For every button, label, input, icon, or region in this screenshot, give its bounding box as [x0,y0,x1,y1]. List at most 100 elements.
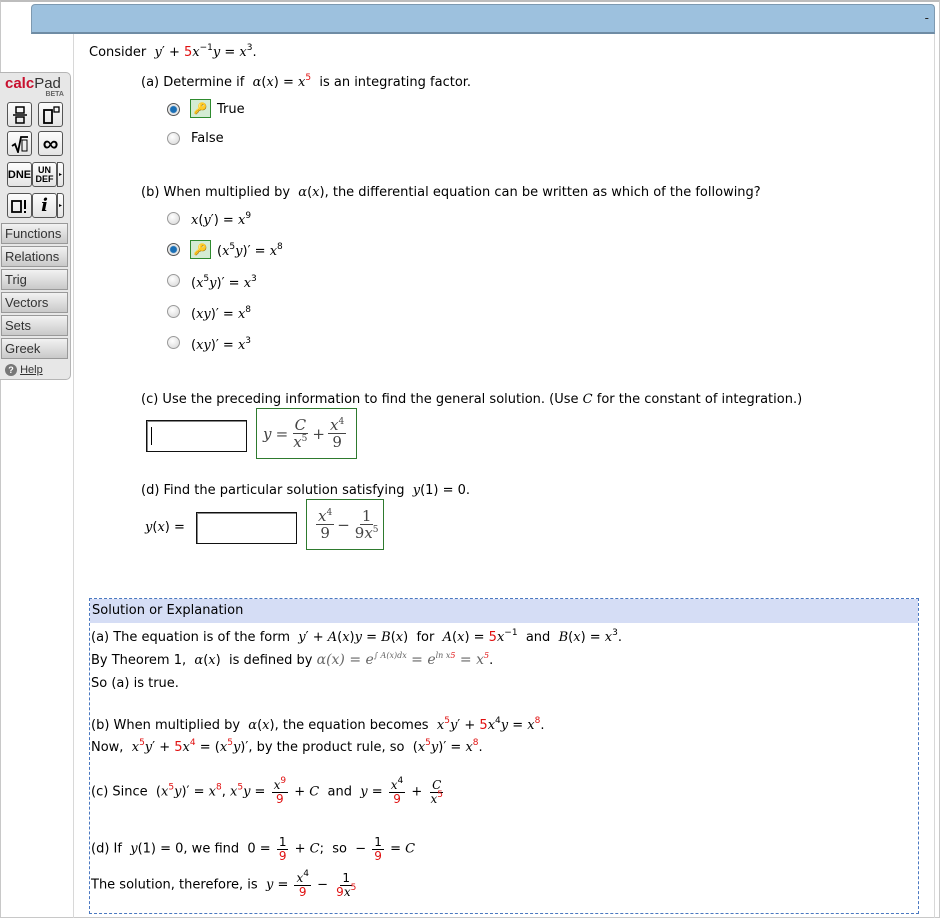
particular-solution-answer-key: x4 9 − 1 9x5 [306,499,384,550]
answer-key-badge-b: 🔑 [190,240,211,259]
info-icon: i [41,195,48,216]
help-icon: ? [5,364,17,376]
part-d-prompt-pre: (d) Find the particular solution satisfy… [141,483,405,498]
more-arrow-2[interactable]: ▸ [57,193,64,218]
solution-b-line-2: Now, x5y′ + 5x4 = (x5y)′, by the product… [91,738,483,756]
undef-button[interactable]: UN DEF [32,162,57,187]
sol-a2-mid: is defined by [228,653,313,668]
dne-button[interactable]: DNE [7,162,32,187]
factorial-icon [10,199,26,213]
exponent-button[interactable] [38,102,63,127]
calcpad-logo: calcPad [5,75,61,92]
sol-d1-so: so [332,841,347,857]
undef-label-bottom: DEF [35,173,54,184]
sol-c-and: and [327,784,352,800]
solution-panel: Solution or Explanation (a) The equation… [89,598,919,914]
part-a-prompt-pre: (a) Determine if [141,75,245,90]
radio-b-option-2[interactable] [167,243,180,256]
text-cursor [151,427,152,445]
particular-solution-input[interactable] [196,512,297,544]
radio-false[interactable] [167,132,180,145]
sol-a1-for: for [416,630,435,645]
help-link[interactable]: Help [20,364,43,376]
problem-statement: Consider y′ + 5x−1y = x3. [89,43,257,61]
consider-label: Consider [89,45,147,60]
part-c-prompt: (c) Use the preceding information to fin… [141,392,802,407]
sol-a1-pre: (a) The equation is of the form [91,630,290,645]
part-b-prompt-post: , the differential equation can be writt… [324,185,761,200]
sol-c-pre: (c) Since [91,784,148,800]
factorial-button[interactable] [7,193,32,218]
option-true-label: True [217,102,245,117]
solution-header: Solution or Explanation [90,599,918,623]
key-icon: 🔑 [193,243,208,256]
dne-label: DNE [7,168,32,181]
solution-d-line-1: (d) If y(1) = 0, we find 0 = 19 + C; so … [91,835,416,863]
b-option-3-label: (x5y)′ = x3 [191,274,257,292]
integrating-factor-formula: α(x) = e∫ A(x)dx = eln x5 = x5 [316,651,490,669]
b-option-2-label: (x5y)′ = x8 [217,242,283,260]
part-b-prompt: (b) When multiplied by α(x), the differe… [141,185,761,200]
sqrt-icon [11,135,28,153]
solution-a-line-2: By Theorem 1, α(x) is defined by α(x) = … [91,651,494,669]
sol-b2-pre: Now, [91,740,124,755]
beta-label: BETA [45,91,64,98]
sol-a2-pre: By Theorem 1, [91,653,187,668]
solution-a-line-3: So (a) is true. [91,676,179,691]
general-solution-answer-key: y = Cx5 + x4 9 [256,408,357,459]
key-icon: 🔑 [193,102,208,115]
sol-a1-and: and [525,630,551,645]
menu-relations[interactable]: Relations [1,246,68,267]
menu-trig[interactable]: Trig [1,269,68,290]
chevron-right-icon: ▸ [58,202,62,209]
menu-greek[interactable]: Greek [1,338,68,359]
part-a-prompt-post: is an integrating factor. [319,75,472,90]
menu-functions[interactable]: Functions [1,223,68,244]
menu-vectors[interactable]: Vectors [1,292,68,313]
radio-b-option-1[interactable] [167,212,180,225]
collapse-button[interactable]: - [925,11,929,25]
option-false-label: False [191,131,224,146]
sol-b2-mid: , by the product rule, so [248,740,405,755]
sol-d1-mid: , we find [183,841,240,857]
question-header-bar: - [31,4,935,34]
part-c-prompt-post: for the constant of integration.) [596,392,803,407]
content-divider-right [934,34,935,918]
radio-b-option-5[interactable] [167,336,180,349]
logo-calc: calc [5,75,35,92]
b-option-4-label: (xy)′ = x8 [191,305,252,323]
info-button[interactable]: i [32,193,57,218]
calcpad-panel: calcPad BETA ∞ DNE UN DEF ▸ i ▸ Function… [0,72,71,380]
infinity-icon: ∞ [42,130,59,156]
sol-d2-pre: The solution, therefore, is [91,877,258,893]
menu-sets[interactable]: Sets [1,315,68,336]
solution-a-line-1: (a) The equation is of the form y′ + A(x… [91,628,623,646]
content-divider [73,34,74,918]
sol-b1-pre: (b) When multiplied by [91,718,241,733]
help-link-container: ? Help [5,364,43,376]
part-b-prompt-pre: (b) When multiplied by [141,185,291,200]
part-c-prompt-pre: (c) Use the preceding information to fin… [141,392,579,407]
sol-b1-mid: , the equation becomes [274,718,429,733]
chevron-right-icon: ▸ [58,171,62,178]
yx-label: y(x) = [145,520,185,535]
exponent-icon [42,105,60,124]
general-solution-input[interactable] [146,420,247,452]
part-a-prompt: (a) Determine if α(x) = x5 is an integra… [141,73,472,91]
solution-d-line-2: The solution, therefore, is y = x4 9 − 19… [91,869,357,899]
b-option-1-label: x(y′) = x9 [191,211,252,229]
more-arrow-1[interactable]: ▸ [57,162,64,187]
answer-key-badge: 🔑 [190,99,211,118]
fraction-button[interactable] [7,102,32,127]
radio-b-option-4[interactable] [167,305,180,318]
solution-b-line-1: (b) When multiplied by α(x), the equatio… [91,716,545,734]
radio-b-option-3[interactable] [167,274,180,287]
constant-c: C [582,392,593,407]
sol-d1-pre: (d) If [91,841,122,857]
logo-pad: Pad [34,75,61,92]
fraction-icon [12,105,27,124]
b-option-5-label: (xy)′ = x3 [191,336,252,354]
sqrt-button[interactable] [7,131,32,156]
infinity-button[interactable]: ∞ [38,131,63,156]
radio-true[interactable] [167,103,180,116]
